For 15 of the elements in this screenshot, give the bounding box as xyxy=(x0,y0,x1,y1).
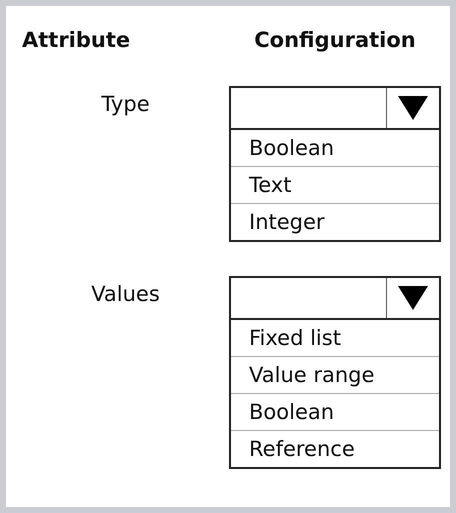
column-header: Attribute xyxy=(22,28,130,52)
dropdown-arrow-icon[interactable] xyxy=(398,286,428,310)
dropdown-option[interactable]: Fixed list xyxy=(231,320,439,356)
dropdown-arrow-icon[interactable] xyxy=(398,96,428,120)
dropdown-option[interactable]: Boolean xyxy=(231,393,439,430)
dropdown-list[interactable]: Boolean Text Integer xyxy=(229,86,441,242)
dropdown-list[interactable]: Fixed list Value range Boolean Reference xyxy=(229,276,441,469)
attribute-label: Type xyxy=(101,92,150,116)
attribute-label: Values xyxy=(91,282,160,306)
dropdown-option[interactable]: Boolean xyxy=(231,130,439,166)
dropdown-option[interactable]: Text xyxy=(231,166,439,203)
dropdown-option[interactable]: Integer xyxy=(231,203,439,240)
dropdown-option[interactable]: Reference xyxy=(231,430,439,467)
dropdown-option[interactable]: Value range xyxy=(231,356,439,393)
column-header: Configuration xyxy=(254,28,416,52)
